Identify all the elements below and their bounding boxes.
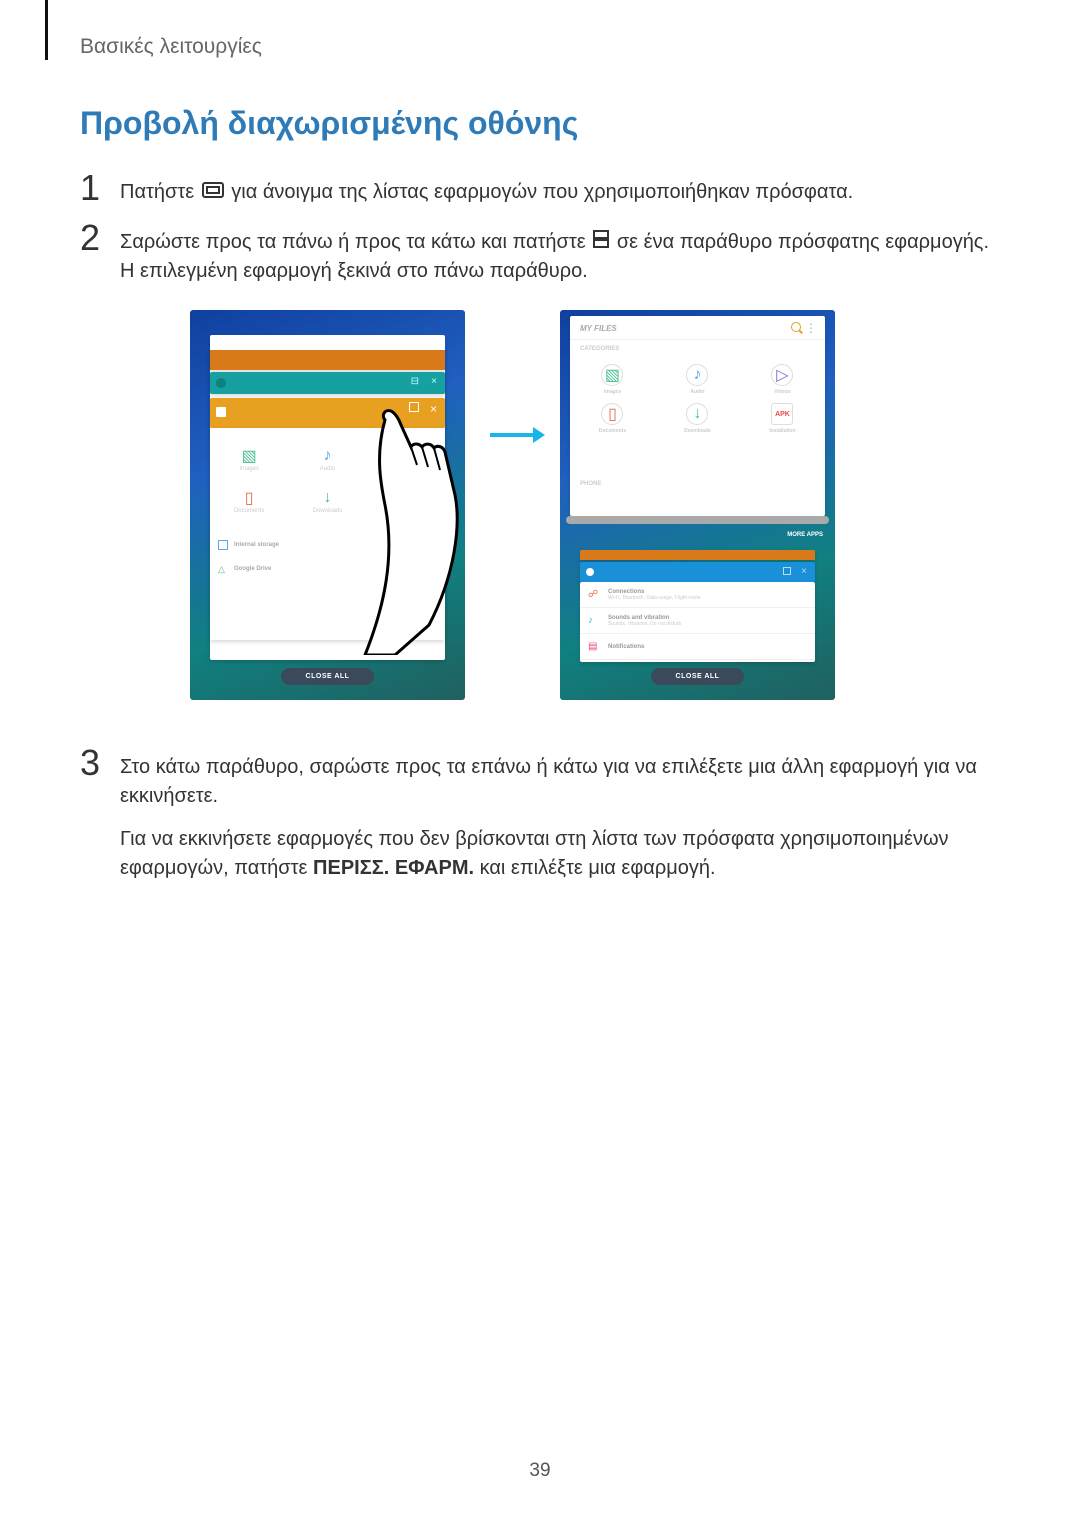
- recent-card-teal-header: ⊟ ×: [210, 372, 445, 394]
- header-accent: [45, 0, 48, 60]
- audio-icon: ♪: [686, 364, 708, 386]
- bottom-card-orange: [580, 550, 815, 560]
- step-3-text: Στο κάτω παράθυρο, σαρώστε προς τα επάνω…: [120, 745, 1000, 883]
- split-icon: [409, 402, 419, 412]
- categories-label: CATEGORIES: [580, 346, 619, 352]
- split-icon: [783, 567, 791, 575]
- step-3-number: 3: [80, 745, 120, 781]
- downloads-icon: ↓: [686, 403, 708, 425]
- downloads-icon: ↓: [317, 488, 337, 508]
- page-title: Προβολή διαχωρισμένης οθόνης: [80, 105, 578, 142]
- connections-icon: ☍: [588, 589, 600, 600]
- audio-icon: ♪: [317, 446, 337, 466]
- more-apps-bold: ΠΕΡΙΣΣ. ΕΦΑΡΜ.: [313, 857, 474, 879]
- phone-before: ⊟ × × ▧Images ♪Audio ▷Videos ▯Documents …: [190, 310, 465, 700]
- videos-icon: ▷: [771, 364, 793, 386]
- step-2-number: 2: [80, 220, 120, 256]
- step-2-pre: Σαρώστε προς τα πάνω ή προς τα κάτω και …: [120, 231, 591, 253]
- step-1-post: για άνοιγμα της λίστας εφαρμογών που χρη…: [226, 181, 853, 203]
- my-files-title: MY FILES: [580, 324, 617, 333]
- step-1: 1 Πατήστε για άνοιγμα της λίστας εφαρμογ…: [80, 170, 1000, 207]
- step-2-text: Σαρώστε προς τα πάνω ή προς τα κάτω και …: [120, 220, 1000, 286]
- images-icon: ▧: [601, 364, 623, 386]
- top-pane-myfiles: MY FILES ⋮ CATEGORIES ▧Images ♪Audio ▷Vi…: [570, 316, 825, 516]
- apk-icon: APK: [396, 488, 416, 508]
- recent-card-orange: [210, 350, 445, 370]
- step-1-number: 1: [80, 170, 120, 206]
- recent-card-yellow-header: ×: [210, 398, 445, 428]
- documents-icon: ▯: [239, 488, 259, 508]
- close-icon: ×: [431, 376, 437, 387]
- phone-label: PHONE: [580, 481, 601, 487]
- step-3: 3 Στο κάτω παράθυρο, σαρώστε προς τα επά…: [80, 745, 1000, 883]
- documents-icon: ▯: [601, 403, 623, 425]
- sounds-icon: ♪: [588, 615, 600, 626]
- bottom-card-blue-header: ×: [580, 562, 815, 582]
- google-drive-label: Google Drive: [234, 566, 271, 572]
- step-1-pre: Πατήστε: [120, 181, 200, 203]
- close-all-button: CLOSE ALL: [651, 668, 745, 685]
- settings-preview: ☍ConnectionsWi-Fi, Bluetooth, Data usage…: [580, 582, 815, 662]
- apk-icon: APK: [771, 403, 793, 425]
- internal-storage-label: Internal storage: [234, 542, 279, 548]
- notifications-icon: ▤: [588, 641, 600, 652]
- videos-icon: ▷: [396, 446, 416, 466]
- split-icon: ⊟: [411, 376, 419, 387]
- breadcrumb: Βασικές λειτουργίες: [80, 35, 262, 59]
- step-3-p1: Στο κάτω παράθυρο, σαρώστε προς τα επάνω…: [120, 753, 1000, 811]
- recent-apps-icon: [202, 178, 224, 207]
- close-icon: ×: [801, 566, 807, 577]
- step-3-p2b: και επιλέξτε μια εφαρμογή.: [474, 857, 716, 879]
- more-apps-label: MORE APPS: [787, 532, 823, 538]
- close-all-button: CLOSE ALL: [281, 668, 375, 685]
- images-icon: ▧: [239, 446, 259, 466]
- search-icon: [791, 322, 801, 332]
- step-1-text: Πατήστε για άνοιγμα της λίστας εφαρμογών…: [120, 170, 853, 207]
- split-divider: [566, 516, 829, 524]
- split-screen-icon: [593, 228, 609, 257]
- instruction-figure: ⊟ × × ▧Images ♪Audio ▷Videos ▯Documents …: [190, 310, 910, 710]
- step-2: 2 Σαρώστε προς τα πάνω ή προς τα κάτω κα…: [80, 220, 1000, 286]
- close-icon: ×: [430, 402, 437, 416]
- my-files-preview: ▧Images ♪Audio ▷Videos ▯Documents ↓Downl…: [210, 428, 445, 640]
- phone-after: MY FILES ⋮ CATEGORIES ▧Images ♪Audio ▷Vi…: [560, 310, 835, 700]
- page-number: 39: [529, 1460, 550, 1482]
- more-icon: ⋮: [805, 321, 817, 335]
- arrow-icon: [490, 425, 545, 445]
